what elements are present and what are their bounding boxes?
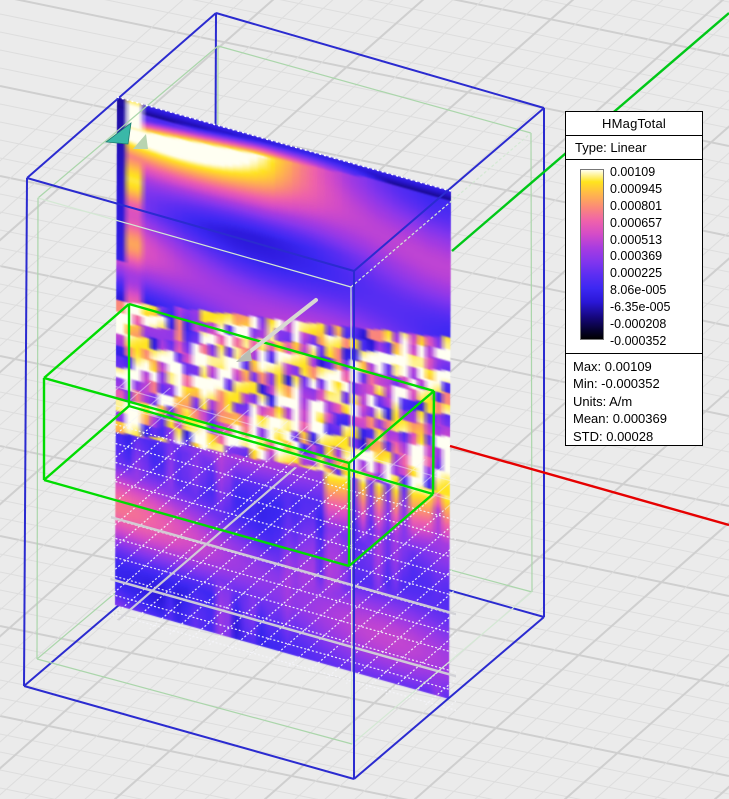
colorbar-tick-labels: 0.00109 0.000945 0.000801 0.000657 0.000513 0… — [610, 166, 698, 348]
stat-line: Mean: 0.000369 — [573, 411, 667, 427]
plot-top-border — [116, 96, 452, 192]
stat-line: Min: -0.000352 — [573, 376, 660, 392]
inner-box-wireframe — [36, 45, 533, 745]
probe-line — [241, 298, 318, 359]
scale-tick-label: 8.06e-005 — [610, 283, 667, 298]
x-axis-line — [449, 444, 729, 527]
scale-tick-label: 0.000657 — [610, 215, 663, 230]
stat-line: Units: A/m — [573, 393, 633, 409]
legend-scale-section: 0.00109 0.000945 0.000801 0.000657 0.000513 0… — [566, 160, 702, 354]
object-box-wireframe — [42, 302, 436, 568]
excitation-arrow-icon — [104, 122, 132, 145]
modeler-3d-viewport[interactable]: HMagTotal Type: Linear 0.00109 0.000945 0.… — [0, 0, 729, 799]
scale-tick-label: -6.35e-005 — [610, 300, 671, 315]
scale-tick-label: -0.000352 — [610, 333, 667, 348]
outer-airbox-wireframe — [23, 12, 545, 780]
stat-line: STD: 0.00028 — [573, 428, 654, 444]
scale-tick-label: 0.000945 — [610, 181, 663, 196]
legend-stats: Max: 0.00109 Min: -0.000352 Units: A/m Mean… — [566, 354, 702, 445]
scale-tick-label: 0.000801 — [610, 198, 663, 213]
scale-tick-label: 0.000369 — [610, 249, 663, 264]
stat-line: Max: 0.00109 — [573, 359, 652, 374]
scale-tick-label: 0.00109 — [610, 165, 656, 179]
scale-tick-label: -0.000208 — [610, 317, 667, 332]
colorbar-gradient — [580, 169, 604, 340]
legend-title: HMagTotal — [566, 112, 702, 136]
legend-panel[interactable]: HMagTotal Type: Linear 0.00109 0.000945 0.… — [565, 111, 703, 446]
scale-tick-label: 0.000513 — [610, 232, 663, 247]
legend-type: Type: Linear — [566, 136, 702, 160]
probe-tip-icon — [236, 349, 252, 362]
scale-tick-label: 0.000225 — [610, 266, 663, 281]
excitation-arrow-small-icon — [133, 134, 148, 149]
